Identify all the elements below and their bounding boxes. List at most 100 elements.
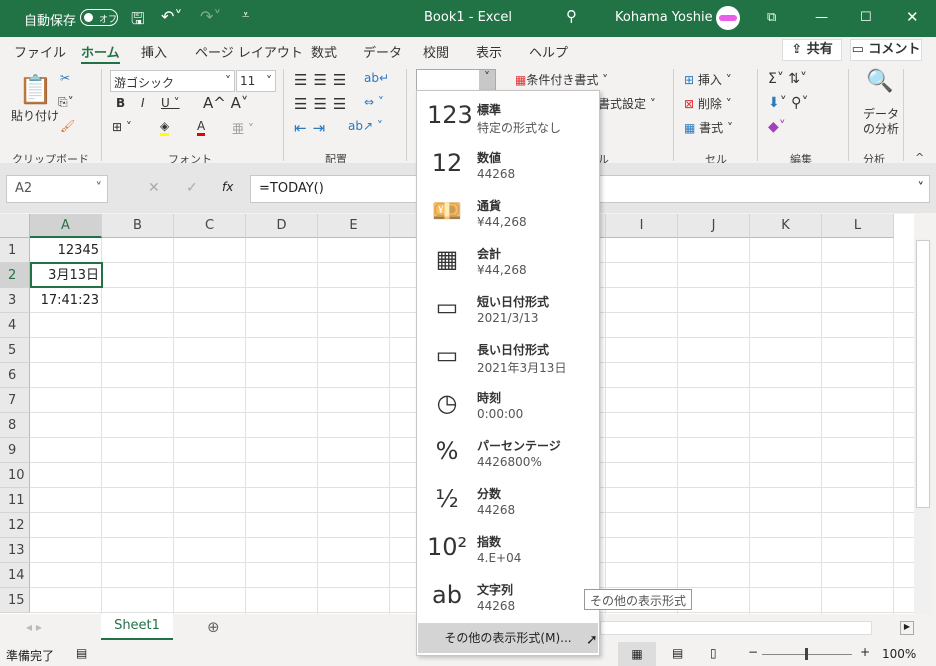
cell-a3[interactable]: 17:41:23 xyxy=(30,288,102,313)
column-header-l[interactable]: L xyxy=(822,214,894,238)
format-item-accounting[interactable]: ▦ 会計 ¥44,268 xyxy=(417,239,599,287)
customize-qat-icon[interactable]: ⩡ xyxy=(242,8,249,23)
format-item-text[interactable]: ab 文字列 44268 xyxy=(417,575,599,623)
column-header-k[interactable]: K xyxy=(750,214,822,238)
row-header-11[interactable]: 11 xyxy=(0,488,30,513)
row-header-14[interactable]: 14 xyxy=(0,563,30,588)
row-header-12[interactable]: 12 xyxy=(0,513,30,538)
fill-color-icon[interactable]: ◈ xyxy=(160,119,170,136)
insert-function-button[interactable]: fx xyxy=(222,180,233,194)
vertical-scrollbar[interactable] xyxy=(914,238,932,614)
add-sheet-icon[interactable]: ⊕ xyxy=(207,618,220,636)
zoom-level[interactable]: 100% xyxy=(882,647,916,661)
paste-icon[interactable]: 📋 xyxy=(18,73,53,106)
column-header-b[interactable]: B xyxy=(102,214,174,238)
orientation-icon[interactable]: ab↗ ˅ xyxy=(348,119,383,133)
font-name-select[interactable]: 游ゴシック ˅ xyxy=(110,70,235,92)
font-size-select[interactable]: 11 ˅ xyxy=(236,70,276,92)
increase-font-icon[interactable]: A^ A˅ xyxy=(203,94,248,112)
cell-a2[interactable]: 3月13日 xyxy=(30,263,102,288)
sheet-tab-sheet1[interactable]: Sheet1 xyxy=(101,614,173,640)
cell-a1[interactable]: 12345 xyxy=(30,238,102,263)
format-item-currency[interactable]: 💴 通貨 ¥44,268 xyxy=(417,191,599,239)
row-header-3[interactable]: 3 xyxy=(0,288,30,313)
conditional-format-button[interactable]: ▦条件付き書式 ˅ xyxy=(515,71,608,88)
merge-center-icon[interactable]: ⇔ ˅ xyxy=(364,95,384,109)
zoom-slider[interactable] xyxy=(762,648,852,660)
undo-icon[interactable]: ↶˅ xyxy=(161,7,182,26)
format-item-calendar[interactable]: ▭ 長い日付形式 2021年3月13日 xyxy=(417,335,599,383)
italic-button[interactable]: I xyxy=(141,96,145,110)
row-header-7[interactable]: 7 xyxy=(0,388,30,413)
user-name[interactable]: Kohama Yoshie xyxy=(615,10,713,25)
more-number-formats-item[interactable]: その他の表示形式(M)... xyxy=(418,623,598,653)
column-header-j[interactable]: J xyxy=(678,214,750,238)
row-header-5[interactable]: 5 xyxy=(0,338,30,363)
row-header-15[interactable]: 15 xyxy=(0,588,30,613)
tab-page-layout[interactable]: ページ レイアウト xyxy=(195,42,303,61)
bold-button[interactable]: B xyxy=(116,96,125,110)
format-item-percent[interactable]: % パーセンテージ 4426800% xyxy=(417,431,599,479)
format-item-number[interactable]: 12 数値 44268 xyxy=(417,143,599,191)
format-item-clock-123[interactable]: 123 標準 特定の形式なし xyxy=(417,95,599,143)
search-icon[interactable]: ⚲ xyxy=(566,7,577,25)
scroll-right-icon[interactable]: ▶ xyxy=(900,621,914,635)
tab-file[interactable]: ファイル xyxy=(14,42,66,61)
delete-cells-button[interactable]: ⊠ 削除 ˅ xyxy=(684,95,732,112)
cancel-icon[interactable]: ✕ xyxy=(148,180,160,196)
horizontal-scrollbar[interactable] xyxy=(600,621,872,635)
name-box[interactable]: A2 ˅ xyxy=(6,175,108,203)
font-color-icon[interactable]: A xyxy=(197,119,206,136)
minimize-icon[interactable]: — xyxy=(815,10,828,25)
tab-view[interactable]: 表示 xyxy=(476,42,502,61)
autosave-toggle[interactable]: オフ xyxy=(80,9,118,26)
tab-data[interactable]: データ xyxy=(363,42,402,61)
format-item-calendar[interactable]: ▭ 短い日付形式 2021/3/13 xyxy=(417,287,599,335)
row-header-8[interactable]: 8 xyxy=(0,413,30,438)
format-painter-icon[interactable]: 🖌 xyxy=(60,119,75,133)
format-item-clock[interactable]: ◷ 時刻 0:00:00 xyxy=(417,383,599,431)
copy-icon[interactable]: ⎘˅ xyxy=(58,95,74,110)
format-item-fraction[interactable]: ½ 分数 44268 xyxy=(417,479,599,527)
tab-help[interactable]: ヘルプ xyxy=(529,42,568,61)
tab-insert[interactable]: 挿入 xyxy=(141,42,167,61)
borders-icon[interactable]: ⊞ ˅ xyxy=(112,120,132,134)
select-all-button[interactable] xyxy=(0,214,30,238)
column-header-c[interactable]: C xyxy=(174,214,246,238)
row-header-4[interactable]: 4 xyxy=(0,313,30,338)
analyze-data-icon[interactable]: 🔍 xyxy=(866,69,893,94)
tab-review[interactable]: 校閲 xyxy=(423,42,449,61)
fill-icon[interactable]: ⬇˅ ⚲˅ xyxy=(768,95,808,111)
tab-formulas[interactable]: 数式 xyxy=(311,42,337,61)
normal-view-icon[interactable]: ▦ xyxy=(618,642,656,666)
avatar[interactable] xyxy=(716,6,740,30)
sheet-nav-arrows[interactable]: ◂ ▸ xyxy=(26,620,42,634)
format-item-scientific[interactable]: 10² 指数 4.E+04 xyxy=(417,527,599,575)
column-header-e[interactable]: E xyxy=(318,214,390,238)
zoom-in-icon[interactable]: + xyxy=(860,645,870,659)
underline-button[interactable]: U ˅ xyxy=(161,96,180,110)
format-cells-button[interactable]: ▦ 書式 ˅ xyxy=(684,119,733,136)
maximize-icon[interactable]: ☐ xyxy=(860,10,872,25)
analyze-data-button[interactable]: データ の分析 xyxy=(863,107,899,137)
autosum-icon[interactable]: Σ˅ ⇅˅ xyxy=(768,71,807,87)
column-header-i[interactable]: I xyxy=(606,214,678,238)
insert-cells-button[interactable]: ⊞ 挿入 ˅ xyxy=(684,71,732,88)
row-header-10[interactable]: 10 xyxy=(0,463,30,488)
column-header-d[interactable]: D xyxy=(246,214,318,238)
tab-home[interactable]: ホーム xyxy=(81,42,120,64)
clear-icon[interactable]: ◆˅ xyxy=(768,119,786,135)
row-header-1[interactable]: 1 xyxy=(0,238,30,263)
column-header-a[interactable]: A xyxy=(30,214,102,238)
wrap-text-icon[interactable]: ab↵ xyxy=(364,71,389,85)
ribbon-display-icon[interactable]: ⧉ xyxy=(767,10,776,25)
row-header-6[interactable]: 6 xyxy=(0,363,30,388)
paste-button[interactable]: 貼り付け xyxy=(11,107,59,124)
indent-icons[interactable]: ⇤⇥ xyxy=(294,119,331,137)
page-break-view-icon[interactable]: ▯ xyxy=(710,646,717,660)
row-header-9[interactable]: 9 xyxy=(0,438,30,463)
redo-icon[interactable]: ↷˅ xyxy=(200,7,221,26)
comment-button[interactable]: ▭ コメント xyxy=(850,39,922,61)
page-layout-view-icon[interactable]: ▤ xyxy=(672,646,683,660)
format-as-table-button[interactable]: 書式設定 ˅ xyxy=(598,95,656,112)
